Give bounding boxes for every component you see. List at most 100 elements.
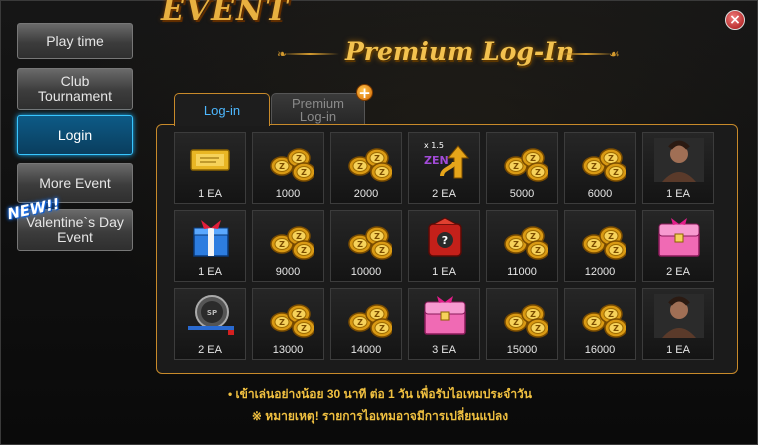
footer-note-secondary: ※ หมายเหตุ! รายการไอเทมอาจมีการเปลี่ยนแป… bbox=[251, 409, 509, 423]
reward-cell[interactable]: Z Z Z 12000 bbox=[564, 210, 636, 282]
close-button[interactable]: × bbox=[725, 10, 745, 30]
tab-label: Log-in bbox=[203, 102, 241, 118]
svg-text:Z: Z bbox=[279, 318, 285, 327]
svg-text:Z: Z bbox=[296, 154, 302, 163]
reward-amount: 1 EA bbox=[666, 344, 690, 356]
reward-amount: 2000 bbox=[353, 188, 379, 200]
svg-text:Z: Z bbox=[379, 324, 385, 333]
zen-coins-icon: ZZZ bbox=[342, 138, 394, 182]
svg-text:Z: Z bbox=[530, 232, 536, 241]
reward-cell[interactable]: Z Z Z 6000 bbox=[564, 132, 636, 204]
reward-amount: 10000 bbox=[350, 266, 382, 278]
reward-amount: 15000 bbox=[506, 344, 538, 356]
svg-text:Z: Z bbox=[535, 168, 541, 177]
svg-text:Z: Z bbox=[379, 168, 385, 177]
sidebar-item-club-tournament[interactable]: Club Tournament bbox=[17, 68, 133, 110]
reward-cell[interactable]: Z Z Z 10000 bbox=[330, 210, 402, 282]
reward-cell[interactable]: Z Z Z 15000 bbox=[486, 288, 558, 360]
reward-cell[interactable]: 3 EA bbox=[408, 288, 480, 360]
mystery-box-icon: ? bbox=[420, 216, 470, 260]
reward-cell[interactable]: ? 1 EA bbox=[408, 210, 480, 282]
svg-text:Z: Z bbox=[613, 324, 619, 333]
tab-label: Premium Log-in bbox=[291, 95, 344, 124]
svg-text:Z: Z bbox=[530, 310, 536, 319]
gift-box-icon bbox=[186, 216, 236, 260]
reward-amount: 16000 bbox=[584, 344, 616, 356]
reward-cell[interactable]: 1 EA bbox=[174, 132, 246, 204]
reward-cell[interactable]: 2 EA bbox=[642, 210, 714, 282]
zen-coins-icon: ZZZ bbox=[576, 138, 628, 182]
svg-text:ZEN: ZEN bbox=[424, 154, 449, 167]
reward-cell[interactable]: Z Z Z 13000 bbox=[252, 288, 324, 360]
svg-text:Z: Z bbox=[613, 168, 619, 177]
svg-text:Z: Z bbox=[513, 240, 519, 249]
svg-text:Z: Z bbox=[374, 232, 380, 241]
reward-amount: 5000 bbox=[509, 188, 535, 200]
zen-coins-icon: ZZZ bbox=[342, 216, 394, 260]
reward-amount: 3 EA bbox=[432, 344, 456, 356]
reward-amount: 1 EA bbox=[198, 266, 222, 278]
svg-text:Z: Z bbox=[357, 318, 363, 327]
sidebar-item-label: Login bbox=[57, 126, 93, 143]
sp-scope-icon: SP bbox=[186, 294, 236, 338]
right-ornament-flourish-icon: ☙ bbox=[609, 47, 620, 61]
reward-cell[interactable]: Z Z Z 1000 bbox=[252, 132, 324, 204]
reward-cell[interactable]: Z Z Z 9000 bbox=[252, 210, 324, 282]
tab-premium-log-in[interactable]: Premium Log-in bbox=[271, 93, 365, 125]
tab-log-in[interactable]: Log-in bbox=[174, 93, 270, 126]
right-ornament bbox=[557, 53, 615, 55]
reward-cell[interactable]: Z Z Z 14000 bbox=[330, 288, 402, 360]
sidebar-item-label: More Event bbox=[39, 174, 111, 191]
zen-coins-icon: ZZZ bbox=[576, 294, 628, 338]
reward-cell[interactable]: SP 2 EA bbox=[174, 288, 246, 360]
pink-treasure-chest-icon bbox=[420, 294, 470, 338]
reward-cell[interactable]: 1 EA bbox=[642, 132, 714, 204]
reward-amount: 1 EA bbox=[198, 188, 222, 200]
reward-amount: 2 EA bbox=[432, 188, 456, 200]
reward-amount: 6000 bbox=[587, 188, 613, 200]
plus-icon[interactable]: + bbox=[356, 84, 373, 102]
reward-amount: 2 EA bbox=[666, 266, 690, 278]
reward-cell[interactable]: 1 EA bbox=[174, 210, 246, 282]
svg-text:Z: Z bbox=[374, 154, 380, 163]
svg-text:Z: Z bbox=[591, 240, 597, 249]
svg-text:SP: SP bbox=[207, 309, 217, 317]
left-ornament-flourish-icon: ❧ bbox=[277, 47, 288, 61]
reward-cell[interactable]: Z Z Z 5000 bbox=[486, 132, 558, 204]
sidebar-item-login[interactable]: Login bbox=[17, 115, 133, 155]
zen-coins-icon: ZZZ bbox=[498, 294, 550, 338]
zen-coins-icon: ZZZ bbox=[342, 294, 394, 338]
reward-amount: 1 EA bbox=[666, 188, 690, 200]
svg-text:Z: Z bbox=[279, 162, 285, 171]
reward-amount: 1000 bbox=[275, 188, 301, 200]
svg-text:Z: Z bbox=[279, 240, 285, 249]
svg-text:Z: Z bbox=[591, 162, 597, 171]
character-portrait-icon bbox=[654, 294, 704, 338]
svg-text:Z: Z bbox=[513, 162, 519, 171]
reward-cell[interactable]: Z Z Z 11000 bbox=[486, 210, 558, 282]
reward-cell[interactable]: 1 EA bbox=[642, 288, 714, 360]
reward-amount: 9000 bbox=[275, 266, 301, 278]
zen-coins-icon: ZZZ bbox=[498, 138, 550, 182]
svg-text:Z: Z bbox=[296, 232, 302, 241]
svg-text:Z: Z bbox=[357, 240, 363, 249]
reward-amount: 1 EA bbox=[432, 266, 456, 278]
reward-cell[interactable]: x 1.5 ZEN 2 EA bbox=[408, 132, 480, 204]
svg-text:Z: Z bbox=[379, 246, 385, 255]
svg-text:Z: Z bbox=[357, 162, 363, 171]
reward-cell[interactable]: Z Z Z 16000 bbox=[564, 288, 636, 360]
svg-text:Z: Z bbox=[591, 318, 597, 327]
sidebar-item-label: Valentine`s Day Event bbox=[26, 214, 124, 245]
reward-amount: 13000 bbox=[272, 344, 304, 356]
sidebar-item-more-event[interactable]: More Event bbox=[17, 163, 133, 203]
reward-cell[interactable]: Z Z Z 2000 bbox=[330, 132, 402, 204]
svg-text:Z: Z bbox=[374, 310, 380, 319]
footer-note-primary: • เข้าเล่นอย่างน้อย 30 นาที ต่อ 1 วัน เพ… bbox=[228, 387, 532, 401]
svg-text:?: ? bbox=[442, 234, 448, 247]
reward-amount: 14000 bbox=[350, 344, 382, 356]
sidebar-item-play-time[interactable]: Play time bbox=[17, 23, 133, 59]
reward-amount: 12000 bbox=[584, 266, 616, 278]
pink-treasure-chest-icon bbox=[654, 216, 704, 260]
svg-text:x 1.5: x 1.5 bbox=[424, 141, 444, 150]
zone-ticket-icon bbox=[186, 138, 236, 182]
